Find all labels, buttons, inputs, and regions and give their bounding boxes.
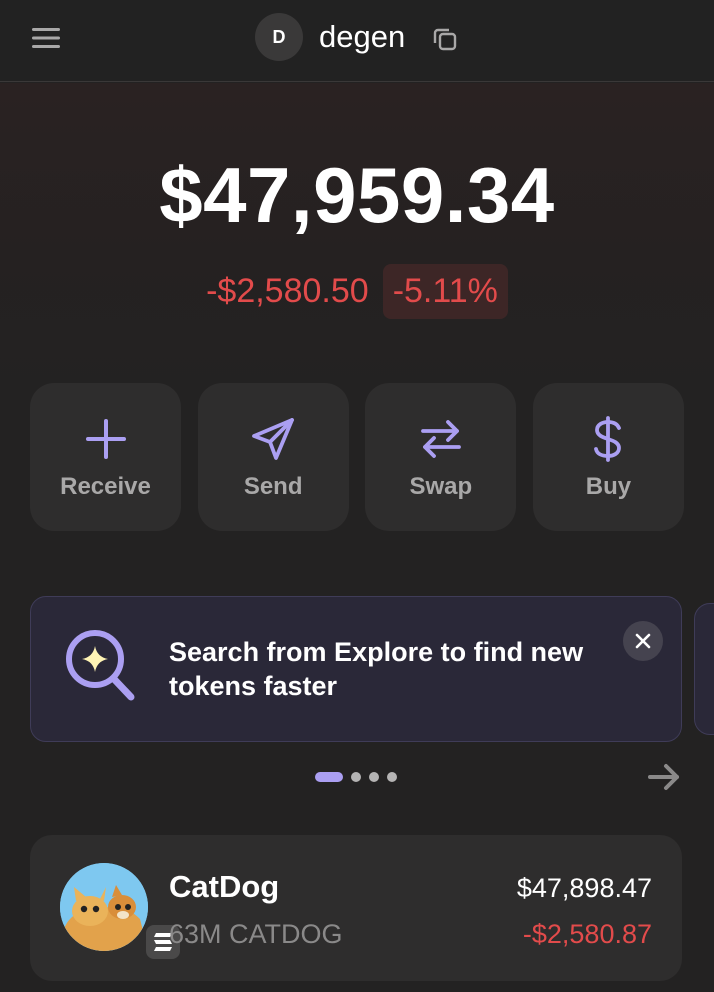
pagination-dot[interactable] [387,772,397,782]
send-label: Send [243,473,303,500]
top-bar: D degen [0,0,714,82]
token-name: CatDog [169,869,280,904]
swap-button[interactable]: Swap [365,383,517,531]
token-change: -$2,580.87 [522,919,652,949]
plus-icon [84,417,128,461]
token-amount: 63M CATDOG [169,919,343,949]
promo-card-next[interactable] [694,603,714,735]
receive-label: Receive [60,473,151,500]
promo-card[interactable]: Search from Explore to find new tokens f… [30,596,682,742]
buy-button[interactable]: Buy [532,383,684,531]
close-icon[interactable] [623,621,663,661]
token-row[interactable]: CatDog 63M CATDOG $47,898.47 -$2,580.87 [30,835,682,981]
copy-icon[interactable] [430,24,460,54]
send-icon [250,417,296,461]
balance-change-percent: -5.11% [382,263,508,319]
swap-icon [419,417,463,461]
buy-label: Buy [585,473,632,500]
carousel-pagination [315,772,405,782]
send-button[interactable]: Send [197,383,349,531]
token-value: $47,898.47 [516,873,652,903]
pagination-dot-active[interactable] [315,772,343,782]
hamburger-menu-icon[interactable] [26,20,66,56]
token-logo [60,863,148,951]
dollar-icon [591,416,625,462]
balance-change-amount: -$2,580.50 [206,271,369,310]
total-balance: $47,959.34 [159,151,555,239]
swap-label: Swap [409,473,473,500]
account-name: degen [319,19,406,54]
pagination-dot[interactable] [369,772,379,782]
account-avatar: D [255,13,303,61]
balance-change: -$2,580.50 -5.11% [0,262,714,320]
action-buttons: Receive Send Swap Buy [30,383,684,531]
account-switcher[interactable]: D degen [255,13,405,61]
search-sparkle-icon [63,627,139,707]
promo-text: Search from Explore to find new tokens f… [169,637,584,701]
arrow-right-icon[interactable] [646,760,682,794]
receive-button[interactable]: Receive [30,383,181,531]
pagination-dot[interactable] [351,772,361,782]
